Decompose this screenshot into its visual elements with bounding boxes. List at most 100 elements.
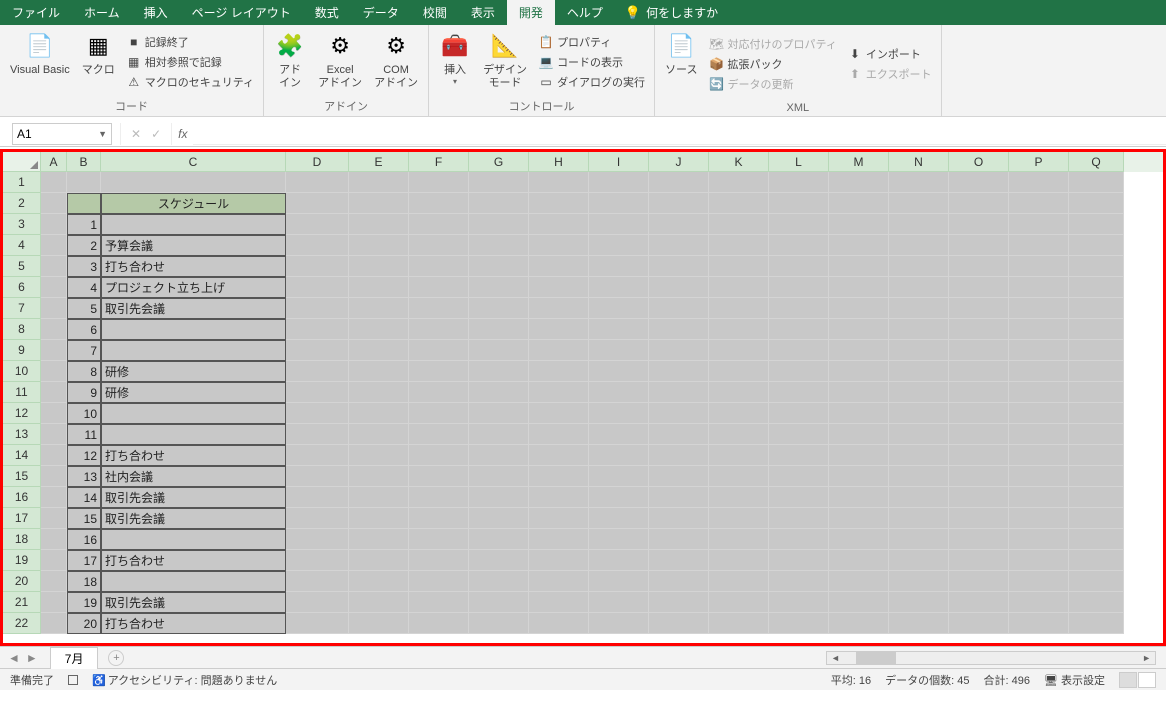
cell[interactable] [889, 529, 949, 550]
cell[interactable] [1009, 613, 1069, 634]
cell[interactable] [349, 172, 409, 193]
menu-tab-挿入[interactable]: 挿入 [132, 0, 180, 25]
cell[interactable] [349, 361, 409, 382]
row-header[interactable]: 17 [3, 508, 41, 529]
enter-formula-button[interactable]: ✓ [151, 127, 161, 141]
cell[interactable] [469, 256, 529, 277]
cell[interactable] [529, 613, 589, 634]
row-header[interactable]: 15 [3, 466, 41, 487]
row-header[interactable]: 9 [3, 340, 41, 361]
cell[interactable] [709, 487, 769, 508]
cell[interactable] [286, 550, 349, 571]
cell[interactable] [829, 340, 889, 361]
cell[interactable] [769, 529, 829, 550]
row-header[interactable]: 19 [3, 550, 41, 571]
cell[interactable] [469, 403, 529, 424]
cell[interactable] [286, 256, 349, 277]
cell[interactable] [649, 508, 709, 529]
cell[interactable] [889, 193, 949, 214]
cancel-formula-button[interactable]: ✕ [131, 127, 141, 141]
cell[interactable] [1069, 403, 1124, 424]
cell[interactable] [649, 466, 709, 487]
cell[interactable] [41, 571, 67, 592]
cell[interactable] [769, 508, 829, 529]
cell[interactable] [349, 571, 409, 592]
cell[interactable] [41, 214, 67, 235]
cell[interactable] [409, 613, 469, 634]
cell[interactable] [41, 361, 67, 382]
cell[interactable] [1009, 571, 1069, 592]
cell[interactable] [889, 172, 949, 193]
cell[interactable] [709, 571, 769, 592]
cell[interactable] [829, 466, 889, 487]
cell[interactable] [1069, 340, 1124, 361]
cell[interactable] [469, 571, 529, 592]
column-header-L[interactable]: L [769, 152, 829, 172]
cell[interactable] [589, 550, 649, 571]
cell[interactable] [589, 529, 649, 550]
cell[interactable] [709, 172, 769, 193]
cell[interactable]: 打ち合わせ [101, 445, 286, 466]
cell[interactable] [286, 235, 349, 256]
cell[interactable] [469, 508, 529, 529]
cell[interactable] [649, 235, 709, 256]
cell[interactable] [709, 277, 769, 298]
cell[interactable] [709, 613, 769, 634]
cell[interactable] [949, 508, 1009, 529]
cell[interactable] [1069, 277, 1124, 298]
cell[interactable] [409, 277, 469, 298]
column-header-D[interactable]: D [286, 152, 349, 172]
sheet-nav-prev[interactable]: ◄ [8, 651, 20, 665]
cell[interactable] [409, 193, 469, 214]
cell[interactable] [589, 193, 649, 214]
cell[interactable] [469, 592, 529, 613]
cell[interactable] [889, 571, 949, 592]
cell[interactable]: 9 [67, 382, 101, 403]
cell[interactable]: 16 [67, 529, 101, 550]
cell[interactable] [649, 529, 709, 550]
cell[interactable] [286, 277, 349, 298]
cell[interactable] [889, 613, 949, 634]
cell[interactable]: 打ち合わせ [101, 550, 286, 571]
cell[interactable] [1009, 487, 1069, 508]
cell[interactable] [286, 445, 349, 466]
row-header[interactable]: 1 [3, 172, 41, 193]
row-header[interactable]: 13 [3, 424, 41, 445]
menu-tab-ホーム[interactable]: ホーム [72, 0, 132, 25]
cell[interactable] [409, 466, 469, 487]
row-header[interactable]: 4 [3, 235, 41, 256]
cell[interactable]: 2 [67, 235, 101, 256]
cell[interactable] [409, 550, 469, 571]
cell[interactable] [349, 592, 409, 613]
cell[interactable] [409, 319, 469, 340]
cell[interactable]: 取引先会議 [101, 487, 286, 508]
cell[interactable] [409, 403, 469, 424]
cell[interactable] [829, 361, 889, 382]
cell[interactable] [349, 256, 409, 277]
cell[interactable] [286, 340, 349, 361]
cell[interactable] [67, 193, 101, 214]
cell[interactable] [949, 529, 1009, 550]
cell[interactable] [1069, 571, 1124, 592]
cell[interactable] [41, 445, 67, 466]
row-header[interactable]: 8 [3, 319, 41, 340]
cell[interactable] [1009, 361, 1069, 382]
cell[interactable]: 予算会議 [101, 235, 286, 256]
cell[interactable] [709, 235, 769, 256]
row-header[interactable]: 6 [3, 277, 41, 298]
sheet-nav-next[interactable]: ► [26, 651, 38, 665]
cell[interactable] [589, 361, 649, 382]
cell[interactable] [829, 382, 889, 403]
cell[interactable] [1009, 193, 1069, 214]
cell[interactable] [889, 214, 949, 235]
select-all-corner[interactable] [3, 152, 41, 172]
cell[interactable] [469, 298, 529, 319]
cell[interactable] [949, 571, 1009, 592]
cell[interactable] [649, 613, 709, 634]
map-properties-button[interactable]: 🗺対応付けのプロパティ [706, 35, 840, 53]
addins-button[interactable]: 🧩アド イン [270, 28, 310, 96]
cell[interactable] [769, 613, 829, 634]
cell[interactable] [529, 319, 589, 340]
cell[interactable] [349, 319, 409, 340]
cell[interactable] [409, 592, 469, 613]
